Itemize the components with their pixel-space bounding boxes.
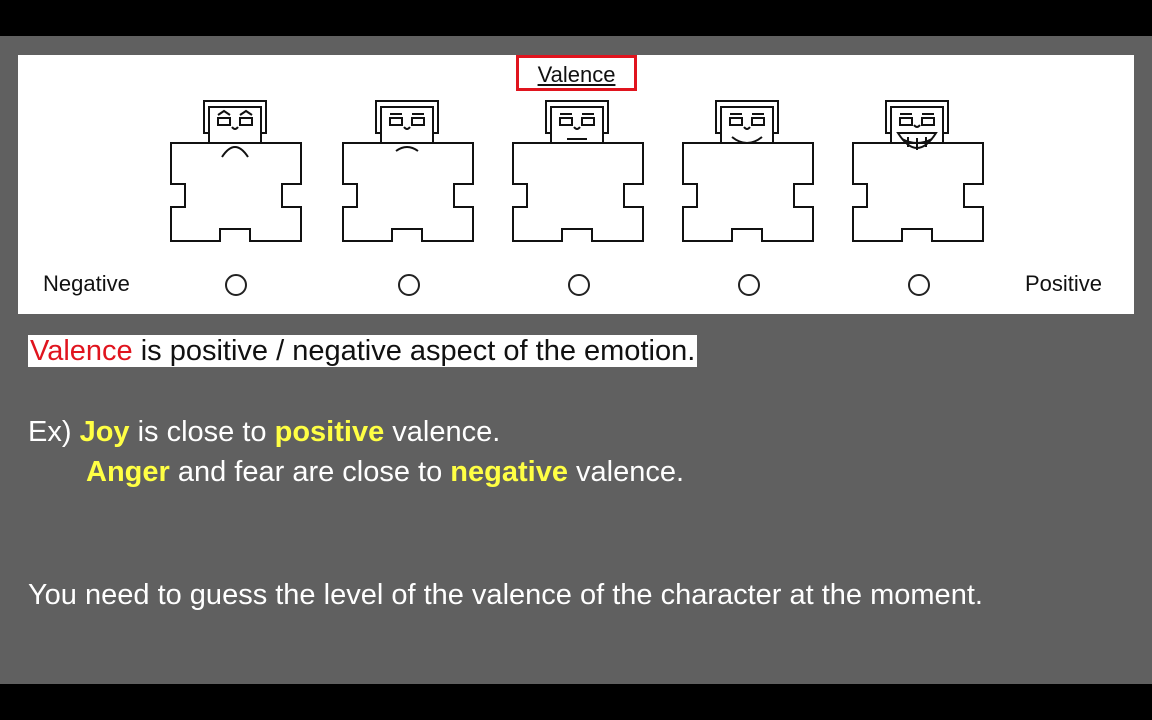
positive-label: Positive (1025, 271, 1103, 296)
definition-text: is positive / negative aspect of the emo… (132, 335, 696, 367)
example-anger: Anger (86, 456, 170, 488)
sam-figure-3-icon (512, 100, 644, 242)
example-2-mid: and fear are close to (169, 456, 451, 488)
valence-scale-panel: Valence Negative Positive (18, 55, 1134, 314)
example-1-mid: is close to (129, 416, 275, 448)
valence-option-2-radio[interactable] (398, 274, 420, 296)
definition-line: Valence is positive / negative aspect of… (28, 335, 698, 368)
sam-figure-5-icon (852, 100, 984, 242)
example-negative: negative (450, 456, 568, 488)
valence-option-1-radio[interactable] (225, 274, 247, 296)
valence-option-4-radio[interactable] (738, 274, 760, 296)
example-line-2: Anger and fear are close to negative val… (86, 456, 684, 489)
example-positive: positive (274, 416, 385, 448)
example-prefix: Ex) (28, 416, 80, 448)
definition-term: Valence (30, 335, 133, 367)
definition-highlight: Valence is positive / negative aspect of… (28, 335, 698, 367)
sam-figure-4 (680, 95, 820, 247)
sam-figure-4-icon (682, 100, 814, 242)
valence-option-5-radio[interactable] (908, 274, 930, 296)
sam-figure-1-icon (170, 100, 302, 242)
slide: Valence Negative Positive Valence is pos… (0, 36, 1152, 684)
sam-figure-5 (850, 95, 990, 247)
example-2-end: valence. (567, 456, 685, 488)
valence-title-box: Valence (516, 55, 637, 91)
sam-figure-3 (510, 95, 650, 247)
instruction-text: You need to guess the level of the valen… (28, 579, 983, 611)
example-1-end: valence. (384, 416, 501, 448)
valence-option-3-radio[interactable] (568, 274, 590, 296)
example-line-1: Ex) Joy is close to positive valence. (28, 416, 500, 449)
valence-title: Valence (537, 62, 616, 87)
sam-figure-1 (168, 95, 308, 247)
negative-label: Negative (43, 271, 130, 296)
sam-figure-2 (340, 95, 480, 247)
sam-figure-2-icon (342, 100, 474, 242)
example-joy: Joy (79, 416, 130, 448)
